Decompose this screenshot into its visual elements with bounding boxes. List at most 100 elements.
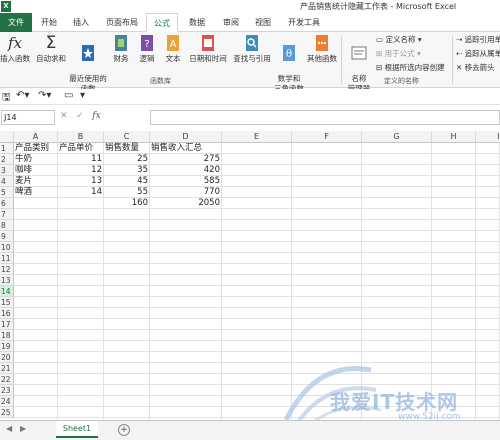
define-name-button[interactable]: ▭ 定义名称 ▾ <box>376 34 422 45</box>
save-icon[interactable]: 🖫 <box>2 90 11 107</box>
create-from-selection-button[interactable]: ⊟ 根据所选内容创建 <box>376 62 445 73</box>
cell-c4[interactable]: 45 <box>105 176 148 187</box>
tab-insert[interactable]: 插入 <box>68 13 94 32</box>
cell-c2[interactable]: 25 <box>105 154 148 165</box>
row-header-2[interactable]: 2 <box>0 154 14 165</box>
cell-b2[interactable]: 11 <box>59 154 102 165</box>
lookup-reference-button[interactable]: 查找与引用 <box>230 34 274 64</box>
tab-developer[interactable]: 开发工具 <box>284 13 324 32</box>
cancel-icon[interactable]: ✕ <box>60 111 68 121</box>
excel-app-icon[interactable]: X <box>1 1 11 12</box>
theta-book-icon: θ <box>283 45 295 61</box>
row-header-11[interactable]: 11 <box>0 253 14 264</box>
use-in-formula-button[interactable]: ⊞ 用于公式 ▾ <box>376 48 421 59</box>
row-header-17[interactable]: 17 <box>0 319 14 330</box>
logical-button[interactable]: ? 逻辑 <box>136 34 158 64</box>
tab-data[interactable]: 数据 <box>184 13 210 32</box>
tab-page-layout[interactable]: 页面布局 <box>102 13 142 32</box>
row-header-4[interactable]: 4 <box>0 176 14 187</box>
text-functions-button[interactable]: A 文本 <box>162 34 184 64</box>
financial-button[interactable]: 财务 <box>110 34 132 64</box>
prev-sheet-arrow[interactable]: ◀ <box>6 424 12 433</box>
column-header-a[interactable]: A <box>14 131 58 143</box>
cell-b3[interactable]: 12 <box>59 165 102 176</box>
datetime-button[interactable]: 日期和时间 <box>186 34 230 64</box>
row-header-16[interactable]: 16 <box>0 308 14 319</box>
row-header-14[interactable]: 14 <box>0 286 14 297</box>
sheet-tab-sheet1[interactable]: Sheet1 <box>56 421 98 438</box>
row-header-22[interactable]: 22 <box>0 374 14 385</box>
more-functions-button[interactable]: 其他函数 <box>306 34 338 64</box>
row-header-9[interactable]: 9 <box>0 231 14 242</box>
cell-c3[interactable]: 35 <box>105 165 148 176</box>
column-header-g[interactable]: G <box>362 131 432 143</box>
autosum-button[interactable]: Σ 自动求和 <box>34 34 68 64</box>
row-header-7[interactable]: 7 <box>0 209 14 220</box>
recent-functions-button[interactable]: 最近使用的 函数 <box>68 34 108 94</box>
column-header-e[interactable]: E <box>222 131 292 143</box>
column-header-h[interactable]: H <box>432 131 476 143</box>
formula-input[interactable] <box>150 110 500 125</box>
add-sheet-icon[interactable]: + <box>118 424 130 436</box>
name-manager-icon <box>351 46 367 60</box>
row-header-12[interactable]: 12 <box>0 264 14 275</box>
worksheet-grid[interactable]: ABCDEFGHIJ123456789101112131415161718192… <box>0 131 500 420</box>
cell-d5[interactable]: 770 <box>151 187 220 198</box>
row-header-10[interactable]: 10 <box>0 242 14 253</box>
column-header-b[interactable]: B <box>58 131 104 143</box>
cell-d1[interactable]: 销售收入汇总 <box>151 143 291 154</box>
redo-icon[interactable]: ↷▾ <box>38 90 51 101</box>
fx-icon[interactable]: fx <box>92 111 100 121</box>
cell-d6[interactable]: 2050 <box>151 198 220 209</box>
row-header-20[interactable]: 20 <box>0 352 14 363</box>
ribbon-separator <box>341 36 342 84</box>
row-header-25[interactable]: 25 <box>0 407 14 418</box>
trace-dependents-button[interactable]: ⇠ 追踪从属单 <box>456 48 500 59</box>
cell-d2[interactable]: 275 <box>151 154 220 165</box>
row-header-19[interactable]: 19 <box>0 341 14 352</box>
cell-b5[interactable]: 14 <box>59 187 102 198</box>
column-header-c[interactable]: C <box>104 131 150 143</box>
cell-d4[interactable]: 585 <box>151 176 220 187</box>
tab-view[interactable]: 视图 <box>250 13 276 32</box>
undo-icon[interactable]: ↶▾ <box>16 90 29 101</box>
row-header-13[interactable]: 13 <box>0 275 14 286</box>
cell-c5[interactable]: 55 <box>105 187 148 198</box>
row-header-6[interactable]: 6 <box>0 198 14 209</box>
cell-b4[interactable]: 13 <box>59 176 102 187</box>
column-header-d[interactable]: D <box>150 131 222 143</box>
grid-line <box>14 208 500 209</box>
row-header-18[interactable]: 18 <box>0 330 14 341</box>
tab-file[interactable]: 文件 <box>0 13 32 32</box>
lookup-book-icon <box>246 35 258 51</box>
name-box[interactable]: J14 <box>1 110 55 125</box>
row-header-15[interactable]: 15 <box>0 297 14 308</box>
row-header-23[interactable]: 23 <box>0 385 14 396</box>
enter-icon[interactable]: ✓ <box>76 111 84 121</box>
row-header-1[interactable]: 1 <box>0 143 14 154</box>
next-sheet-arrow[interactable]: ▶ <box>20 424 26 433</box>
tab-formulas[interactable]: 公式 <box>146 13 178 32</box>
trace-precedents-button[interactable]: ⇢ 追踪引用单 <box>456 34 500 45</box>
insert-function-button[interactable]: fx 插入函数 <box>0 34 30 64</box>
customize-qat-icon[interactable]: ▾ <box>80 90 85 101</box>
cell-c6[interactable]: 160 <box>105 198 148 209</box>
name-manager-button[interactable]: 名称 管理器 <box>344 34 374 94</box>
tab-home[interactable]: 开始 <box>36 13 62 32</box>
column-header-i[interactable]: I <box>476 131 500 143</box>
cell-d3[interactable]: 420 <box>151 165 220 176</box>
math-trig-button[interactable]: θ 数学和 三角函数 <box>274 34 304 94</box>
remove-arrows-button[interactable]: ✕ 移去箭头 <box>456 62 495 73</box>
row-header-21[interactable]: 21 <box>0 363 14 374</box>
select-all-corner[interactable] <box>0 131 14 143</box>
column-header-f[interactable]: F <box>292 131 362 143</box>
grid-line <box>475 143 476 420</box>
tab-review[interactable]: 审阅 <box>218 13 244 32</box>
row-header-24[interactable]: 24 <box>0 396 14 407</box>
row-header-3[interactable]: 3 <box>0 165 14 176</box>
row-header-8[interactable]: 8 <box>0 220 14 231</box>
row-header-5[interactable]: 5 <box>0 187 14 198</box>
form-icon[interactable]: ▭ <box>64 90 73 101</box>
grid-line <box>14 307 500 308</box>
formula-buttons: ✕ ✓ fx <box>60 111 101 121</box>
